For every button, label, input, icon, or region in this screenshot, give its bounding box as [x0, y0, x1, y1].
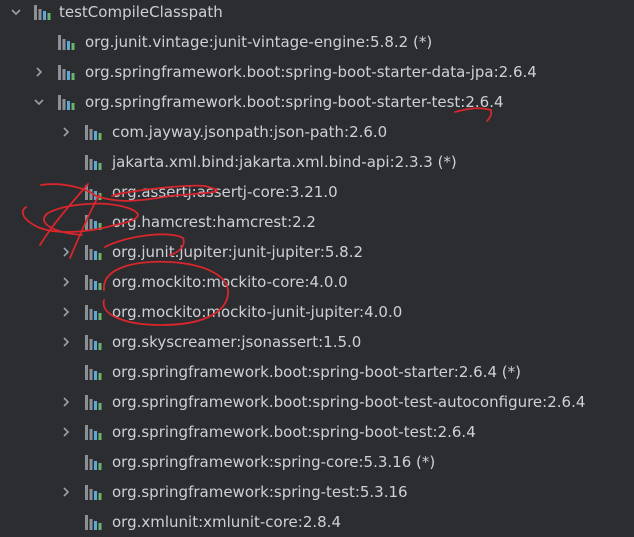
chevron-down-icon[interactable]: [31, 94, 47, 110]
tree-node-label: org.xmlunit:xmlunit-core:2.8.4: [112, 513, 341, 531]
chevron-right-icon[interactable]: [58, 124, 74, 140]
tree-node-org-springframework-boot-spring-boot-starter-data-jpa-2-6-4[interactable]: org.springframework.boot:spring-boot-sta…: [0, 57, 634, 87]
tree-node-label: org.skyscreamer:jsonassert:1.5.0: [112, 333, 362, 351]
tree-node-label: org.springframework.boot:spring-boot-sta…: [85, 93, 504, 111]
tree-node-org-springframework-spring-test-5-3-16[interactable]: org.springframework:spring-test:5.3.16: [0, 477, 634, 507]
library-icon: [84, 183, 106, 201]
tree-root-label: testCompileClasspath: [59, 3, 223, 21]
chevron-right-icon[interactable]: [58, 424, 74, 440]
tree-node-com-jayway-jsonpath-json-path-2-6-0[interactable]: com.jayway.jsonpath:json-path:2.6.0: [0, 117, 634, 147]
library-icon: [33, 3, 55, 21]
library-icon: [84, 273, 106, 291]
tree-node-org-hamcrest-hamcrest-2-2[interactable]: org.hamcrest:hamcrest:2.2: [0, 207, 634, 237]
tree-root[interactable]: testCompileClasspath: [0, 0, 634, 27]
tree-node-label: org.junit.vintage:junit-vintage-engine:5…: [85, 33, 433, 51]
tree-node-label: org.springframework.boot:spring-boot-tes…: [112, 423, 476, 441]
library-icon: [84, 393, 106, 411]
library-icon: [84, 363, 106, 381]
library-icon: [84, 303, 106, 321]
library-icon: [84, 453, 106, 471]
tree-node-org-springframework-boot-spring-boot-test-autoconfigure-2-6-4[interactable]: org.springframework.boot:spring-boot-tes…: [0, 387, 634, 417]
chevron-down-icon[interactable]: [8, 4, 24, 20]
tree-node-label: com.jayway.jsonpath:json-path:2.6.0: [112, 123, 388, 141]
library-icon: [84, 423, 106, 441]
tree-node-org-springframework-boot-spring-boot-test-2-6-4[interactable]: org.springframework.boot:spring-boot-tes…: [0, 417, 634, 447]
tree-node-label: jakarta.xml.bind:jakarta.xml.bind-api:2.…: [112, 153, 457, 171]
library-icon: [84, 213, 106, 231]
library-icon: [84, 513, 106, 531]
tree-node-label: org.springframework.boot:spring-boot-sta…: [85, 63, 537, 81]
library-icon: [57, 93, 79, 111]
tree-node-org-junit-vintage-junit-vintage-engine-5-8-2[interactable]: org.junit.vintage:junit-vintage-engine:5…: [0, 27, 634, 57]
chevron-right-icon[interactable]: [58, 394, 74, 410]
dependency-tree: testCompileClasspath org.junit.vintage:j…: [0, 0, 634, 531]
chevron-right-icon[interactable]: [58, 484, 74, 500]
tree-node-org-xmlunit-xmlunit-core-2-8-4[interactable]: org.xmlunit:xmlunit-core:2.8.4: [0, 507, 634, 537]
tree-node-org-mockito-mockito-junit-jupiter-4-0-0[interactable]: org.mockito:mockito-junit-jupiter:4.0.0: [0, 297, 634, 327]
tree-node-label: org.springframework.boot:spring-boot-sta…: [112, 363, 521, 381]
library-icon: [84, 123, 106, 141]
tree-node-org-mockito-mockito-core-4-0-0[interactable]: org.mockito:mockito-core:4.0.0: [0, 267, 634, 297]
library-icon: [84, 333, 106, 351]
library-icon: [84, 243, 106, 261]
chevron-right-icon[interactable]: [58, 244, 74, 260]
tree-node-label: org.mockito:mockito-core:4.0.0: [112, 273, 348, 291]
tree-node-org-springframework-spring-core-5-3-16[interactable]: org.springframework:spring-core:5.3.16 (…: [0, 447, 634, 477]
tree-node-label: org.springframework.boot:spring-boot-tes…: [112, 393, 586, 411]
tree-node-label: org.hamcrest:hamcrest:2.2: [112, 213, 316, 231]
tree-node-label: org.assertj:assertj-core:3.21.0: [112, 183, 338, 201]
library-icon: [57, 33, 79, 51]
chevron-right-icon[interactable]: [31, 64, 47, 80]
library-icon: [84, 153, 106, 171]
tree-node-org-springframework-boot-spring-boot-starter-test-2-6-4[interactable]: org.springframework.boot:spring-boot-sta…: [0, 87, 634, 117]
chevron-right-icon[interactable]: [58, 304, 74, 320]
library-icon: [84, 483, 106, 501]
tree-node-label: org.mockito:mockito-junit-jupiter:4.0.0: [112, 303, 403, 321]
tree-node-jakarta-xml-bind-jakarta-xml-bind-api-2-3-3[interactable]: jakarta.xml.bind:jakarta.xml.bind-api:2.…: [0, 147, 634, 177]
tree-node-label: org.junit.jupiter:junit-jupiter:5.8.2: [112, 243, 364, 261]
library-icon: [57, 63, 79, 81]
chevron-right-icon[interactable]: [58, 334, 74, 350]
chevron-right-icon[interactable]: [58, 274, 74, 290]
tree-node-label: org.springframework:spring-core:5.3.16 (…: [112, 453, 436, 471]
tree-node-org-junit-jupiter-junit-jupiter-5-8-2[interactable]: org.junit.jupiter:junit-jupiter:5.8.2: [0, 237, 634, 267]
tree-node-org-skyscreamer-jsonassert-1-5-0[interactable]: org.skyscreamer:jsonassert:1.5.0: [0, 327, 634, 357]
tree-node-org-assertj-assertj-core-3-21-0[interactable]: org.assertj:assertj-core:3.21.0: [0, 177, 634, 207]
tree-node-org-springframework-boot-spring-boot-starter-2-6-4[interactable]: org.springframework.boot:spring-boot-sta…: [0, 357, 634, 387]
tree-node-label: org.springframework:spring-test:5.3.16: [112, 483, 408, 501]
